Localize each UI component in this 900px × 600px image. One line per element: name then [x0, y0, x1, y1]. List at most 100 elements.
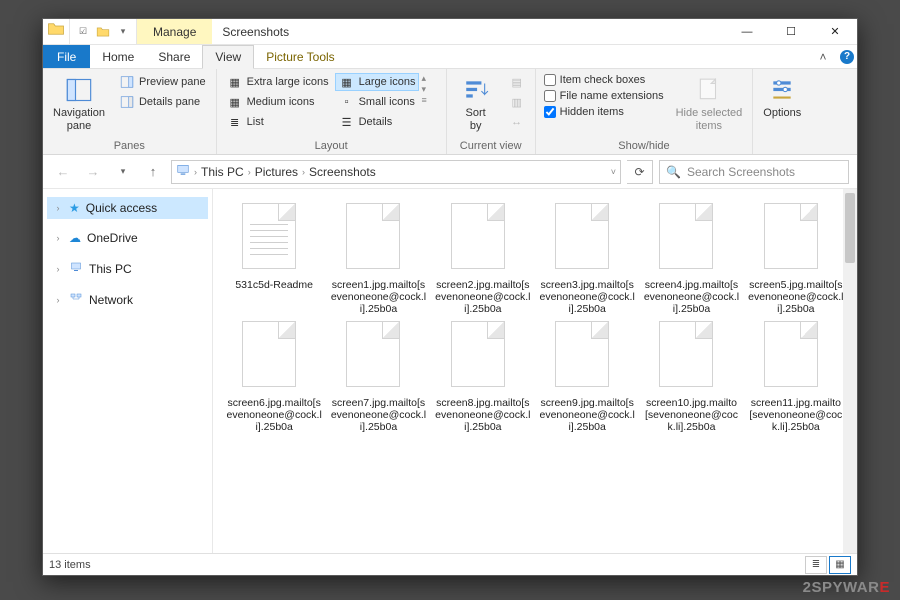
- file-extensions-checkbox[interactable]: File name extensions: [542, 89, 666, 103]
- recent-locations-button[interactable]: ▾: [111, 160, 135, 184]
- medium-icons-button[interactable]: ▦Medium icons: [223, 93, 333, 111]
- file-name: screen2.jpg.mailto[sevenoneone@cock.li].…: [434, 279, 532, 315]
- file-name: screen1.jpg.mailto[sevenoneone@cock.li].…: [329, 279, 427, 315]
- file-thumbnail-icon: [764, 203, 818, 269]
- details-button[interactable]: ☰ Details: [335, 113, 420, 131]
- group-by-button[interactable]: ▤: [505, 73, 529, 91]
- tab-share[interactable]: Share: [146, 45, 202, 68]
- chevron-right-icon[interactable]: ›: [53, 203, 63, 213]
- chevron-right-icon[interactable]: ›: [194, 167, 197, 177]
- icons-view-button[interactable]: ▦: [829, 556, 851, 574]
- qat-dropdown-icon[interactable]: ▾: [114, 23, 132, 41]
- item-checkboxes-label: Item check boxes: [560, 74, 646, 86]
- file-item[interactable]: screen11.jpg.mailto[sevenoneone@cock.li]…: [747, 321, 845, 433]
- file-name: screen5.jpg.mailto[sevenoneone@cock.li].…: [747, 279, 845, 315]
- tab-view[interactable]: View: [202, 45, 254, 69]
- large-icons-button[interactable]: ▦Large icons: [335, 73, 420, 91]
- chevron-right-icon[interactable]: ›: [53, 295, 63, 305]
- file-name: screen6.jpg.mailto[sevenoneone@cock.li].…: [225, 397, 323, 433]
- scrollbar-vertical[interactable]: [843, 189, 857, 553]
- navigation-pane-button[interactable]: Navigation pane: [49, 73, 109, 134]
- sidebar-item-onedrive[interactable]: › ☁ OneDrive: [47, 227, 208, 249]
- pc-icon: [176, 163, 190, 180]
- chevron-right-icon[interactable]: ›: [53, 233, 63, 243]
- sidebar-item-network[interactable]: › Network: [47, 288, 208, 311]
- layout-scroll-up-icon[interactable]: ▴: [421, 73, 426, 84]
- group-show-hide-label: Show/hide: [542, 138, 747, 154]
- ribbon-collapse-button[interactable]: ˄: [809, 45, 837, 68]
- back-button[interactable]: ←: [51, 160, 75, 184]
- breadcrumb-thispc[interactable]: This PC: [201, 165, 244, 179]
- chevron-right-icon[interactable]: ›: [53, 264, 63, 274]
- details-label: Details: [359, 116, 393, 128]
- layout-scroll-down-icon[interactable]: ▾: [421, 84, 426, 95]
- chevron-down-icon[interactable]: ˅: [611, 167, 616, 177]
- file-item[interactable]: screen7.jpg.mailto[sevenoneone@cock.li].…: [329, 321, 427, 433]
- file-name: screen7.jpg.mailto[sevenoneone@cock.li].…: [329, 397, 427, 433]
- file-item[interactable]: screen6.jpg.mailto[sevenoneone@cock.li].…: [225, 321, 323, 433]
- file-item[interactable]: screen10.jpg.mailto[sevenoneone@cock.li]…: [642, 321, 740, 433]
- chevron-right-icon[interactable]: ›: [302, 167, 305, 177]
- details-pane-button[interactable]: Details pane: [115, 93, 210, 111]
- size-columns-icon: ↔: [509, 114, 525, 130]
- file-item[interactable]: screen1.jpg.mailto[sevenoneone@cock.li].…: [329, 203, 427, 315]
- file-thumbnail-icon: [346, 321, 400, 387]
- file-item[interactable]: screen8.jpg.mailto[sevenoneone@cock.li].…: [434, 321, 532, 433]
- qat-properties-icon[interactable]: ☑: [74, 23, 92, 41]
- file-item[interactable]: screen9.jpg.mailto[sevenoneone@cock.li].…: [538, 321, 636, 433]
- tab-picture-tools[interactable]: Picture Tools: [254, 45, 346, 68]
- search-icon: 🔍: [666, 165, 681, 179]
- forward-button[interactable]: →: [81, 160, 105, 184]
- body: › ★ Quick access › ☁ OneDrive › This PC …: [43, 189, 857, 553]
- file-pane[interactable]: 531c5d-Readmescreen1.jpg.mailto[sevenone…: [213, 189, 857, 553]
- sort-by-label: Sort by: [466, 107, 486, 132]
- layout-more-icon[interactable]: ≡: [421, 95, 426, 105]
- file-item[interactable]: screen3.jpg.mailto[sevenoneone@cock.li].…: [538, 203, 636, 315]
- sort-icon: [461, 75, 491, 105]
- minimize-button[interactable]: —: [725, 19, 769, 44]
- explorer-window: ☑ ▾ Manage Screenshots — ☐ ✕ File Home S…: [42, 18, 858, 576]
- sidebar-item-thispc[interactable]: › This PC: [47, 257, 208, 280]
- folder-icon: [47, 20, 65, 43]
- size-columns-button[interactable]: ↔: [505, 113, 529, 131]
- item-checkboxes-checkbox[interactable]: Item check boxes: [542, 73, 666, 87]
- up-button[interactable]: ↑: [141, 160, 165, 184]
- file-item[interactable]: screen4.jpg.mailto[sevenoneone@cock.li].…: [642, 203, 740, 315]
- file-thumbnail-icon: [555, 321, 609, 387]
- file-thumbnail-icon: [555, 203, 609, 269]
- tab-home[interactable]: Home: [90, 45, 146, 68]
- maximize-button[interactable]: ☐: [769, 19, 813, 44]
- extra-large-icons-button[interactable]: ▦Extra large icons: [223, 73, 333, 91]
- breadcrumb-screenshots[interactable]: Screenshots: [309, 165, 376, 179]
- help-button[interactable]: ?: [837, 45, 857, 68]
- hidden-items-label: Hidden items: [560, 106, 624, 118]
- list-button[interactable]: ≣List: [223, 113, 333, 131]
- ribbon: Navigation pane Preview pane Details pan…: [43, 69, 857, 155]
- details-view-button[interactable]: ≣: [805, 556, 827, 574]
- xl-icons-label: Extra large icons: [247, 76, 329, 88]
- options-button[interactable]: Options: [759, 73, 805, 122]
- add-columns-button[interactable]: ▥: [505, 93, 529, 111]
- search-placeholder: Search Screenshots: [687, 165, 795, 179]
- small-icons-button[interactable]: ▫Small icons: [335, 93, 420, 111]
- sort-by-button[interactable]: Sort by: [453, 73, 499, 134]
- chevron-right-icon[interactable]: ›: [248, 167, 251, 177]
- watermark-text-accent: E: [879, 579, 890, 596]
- file-grid: 531c5d-Readmescreen1.jpg.mailto[sevenone…: [213, 189, 857, 447]
- breadcrumb-pictures[interactable]: Pictures: [255, 165, 298, 179]
- file-item[interactable]: screen5.jpg.mailto[sevenoneone@cock.li].…: [747, 203, 845, 315]
- hidden-items-checkbox[interactable]: Hidden items: [542, 105, 666, 119]
- close-button[interactable]: ✕: [813, 19, 857, 44]
- qat-newfolder-icon[interactable]: [94, 23, 112, 41]
- preview-pane-button[interactable]: Preview pane: [115, 73, 210, 91]
- scrollbar-thumb[interactable]: [845, 193, 855, 263]
- details-icon: ☰: [339, 114, 355, 130]
- tab-file[interactable]: File: [43, 45, 90, 68]
- hide-selected-button[interactable]: Hide selected items: [672, 73, 747, 134]
- sidebar-item-quick-access[interactable]: › ★ Quick access: [47, 197, 208, 219]
- file-item[interactable]: screen2.jpg.mailto[sevenoneone@cock.li].…: [434, 203, 532, 315]
- file-item[interactable]: 531c5d-Readme: [225, 203, 323, 315]
- refresh-button[interactable]: ⟳: [627, 160, 653, 184]
- search-input[interactable]: 🔍 Search Screenshots: [659, 160, 849, 184]
- address-bar[interactable]: › This PC › Pictures › Screenshots ˅: [171, 160, 621, 184]
